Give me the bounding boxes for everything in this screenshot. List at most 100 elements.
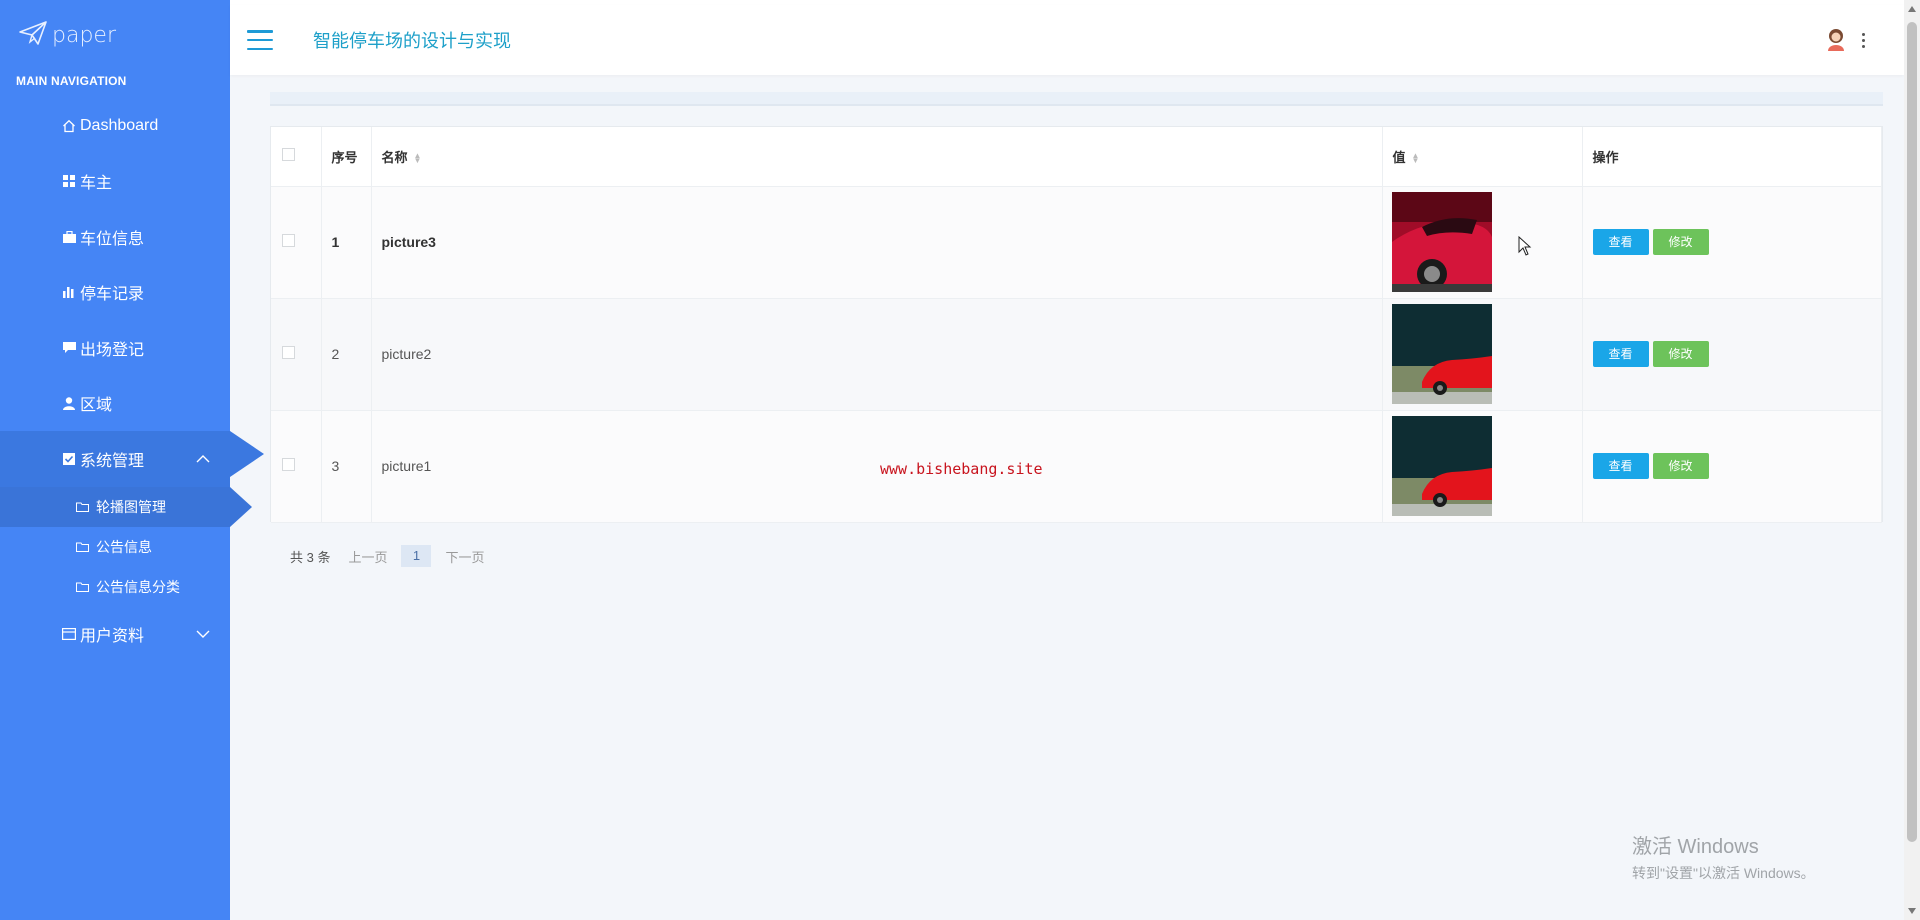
more-options-icon[interactable] <box>1862 33 1866 48</box>
sidebar-subitem-carousel[interactable]: 轮播图管理 <box>0 486 252 527</box>
folder-icon <box>76 580 90 594</box>
logo[interactable]: paper <box>0 0 230 70</box>
scroll-down-icon[interactable] <box>1908 908 1916 914</box>
select-all-cell <box>271 127 322 187</box>
sidebar-item-label: 区域 <box>80 397 113 415</box>
sidebar-item-exit-registration[interactable]: 出场登记 <box>0 320 230 376</box>
row-checkbox-cell <box>271 410 322 523</box>
logo-text: paper <box>52 22 116 48</box>
row-actions: 查看 修改 <box>1582 410 1882 523</box>
table-header-row: 序号 名称 ▲ ▼ 值 ▲ ▼ 操作 <box>271 127 1882 187</box>
page-number-current[interactable]: 1 <box>401 545 432 567</box>
comment-icon <box>62 341 76 355</box>
car-thumbnail-image[interactable] <box>1391 416 1492 516</box>
car-thumbnail-image[interactable] <box>1391 192 1492 292</box>
folder-icon <box>76 500 90 514</box>
briefcase-icon <box>62 230 76 244</box>
windows-activation-hint: 转到"设置"以激活 Windows。 <box>1632 865 1815 881</box>
chevron-up-icon <box>196 450 210 468</box>
view-button[interactable]: 查看 <box>1592 229 1649 255</box>
col-header-value[interactable]: 值 ▲ ▼ <box>1382 127 1583 187</box>
edit-button[interactable]: 修改 <box>1652 341 1709 367</box>
row-checkbox[interactable] <box>282 346 295 359</box>
sidebar-item-car-owner[interactable]: 车主 <box>0 154 230 210</box>
col-header-index: 序号 <box>321 127 372 187</box>
watermark-url: www.bishebang.site <box>880 460 1043 478</box>
sidebar-subitem-label: 公告信息分类 <box>96 578 180 595</box>
col-header-name[interactable]: 名称 ▲ ▼ <box>371 127 1383 187</box>
bar-chart-icon <box>62 285 76 299</box>
row-checkbox[interactable] <box>282 234 295 247</box>
sidebar-subitem-announcements[interactable]: 公告信息 <box>0 527 230 567</box>
view-button[interactable]: 查看 <box>1592 341 1649 367</box>
row-name: picture3 <box>371 186 1383 299</box>
table-row[interactable]: 3 picture1 查看 修改 <box>271 410 1882 523</box>
car-thumbnail-image[interactable] <box>1391 304 1492 404</box>
row-index: 1 <box>321 186 372 299</box>
row-actions: 查看 修改 <box>1582 298 1882 411</box>
prev-page-link[interactable]: 上一页 <box>348 547 387 566</box>
sidebar-item-dashboard[interactable]: Dashboard <box>0 98 230 154</box>
sidebar-item-label: 用户资料 <box>80 628 145 646</box>
row-image-cell <box>1382 186 1583 299</box>
next-page-link[interactable]: 下一页 <box>445 547 484 566</box>
avatar[interactable] <box>1824 27 1848 51</box>
row-name: picture2 <box>371 298 1383 411</box>
sidebar-subitem-label: 轮播图管理 <box>96 498 166 515</box>
windows-activation-title: 激活 Windows <box>1632 836 1759 858</box>
vertical-scrollbar[interactable] <box>1904 0 1920 920</box>
sort-icon[interactable]: ▲ ▼ <box>414 152 422 165</box>
row-name: picture1 <box>371 410 1383 523</box>
select-all-checkbox[interactable] <box>282 148 295 162</box>
row-checkbox[interactable] <box>282 458 295 471</box>
pagination: 共 3 条 上一页 1 下一页 <box>290 545 485 567</box>
app-title: 智能停车场的设计与实现 <box>313 31 511 51</box>
top-header: 智能停车场的设计与实现 <box>230 5 1904 75</box>
table-row[interactable]: 1 picture3 查看 修改 <box>271 186 1882 299</box>
table-row[interactable]: 2 picture2 查看 修改 <box>271 298 1882 411</box>
sidebar-item-label: 系统管理 <box>80 452 145 470</box>
col-header-actions: 操作 <box>1582 127 1882 187</box>
sidebar-item-label: 车位信息 <box>80 230 145 248</box>
sidebar-item-label: Dashboard <box>80 116 159 134</box>
edit-button[interactable]: 修改 <box>1652 453 1709 479</box>
sidebar-item-label: 出场登记 <box>80 341 145 359</box>
edit-button[interactable]: 修改 <box>1652 229 1709 255</box>
row-actions: 查看 修改 <box>1582 186 1882 299</box>
folder-icon <box>76 540 90 554</box>
mouse-cursor-icon <box>1518 235 1532 261</box>
sidebar-item-parking-records[interactable]: 停车记录 <box>0 265 230 321</box>
row-checkbox-cell <box>271 298 322 411</box>
filter-bar <box>270 92 1883 106</box>
sidebar-subitem-label: 公告信息 <box>96 538 152 555</box>
row-index: 3 <box>321 410 372 523</box>
menu-toggle-icon[interactable] <box>247 30 273 50</box>
nav-header: MAIN NAVIGATION <box>16 74 127 88</box>
sidebar-item-parking-space[interactable]: 车位信息 <box>0 209 230 265</box>
data-table: 序号 名称 ▲ ▼ 值 ▲ ▼ 操作 1 picture3 查看 修改 2 pi… <box>270 126 1883 523</box>
total-count: 共 3 条 <box>290 549 331 565</box>
grid-icon <box>62 174 76 188</box>
row-index: 2 <box>321 298 372 411</box>
col-header-value-label: 值 <box>1392 149 1406 165</box>
sort-icon[interactable]: ▲ ▼ <box>1412 152 1420 165</box>
sidebar: paper MAIN NAVIGATION Dashboard 车主 车位信息 … <box>0 0 264 920</box>
chevron-down-icon <box>196 625 210 643</box>
scroll-thumb[interactable] <box>1907 22 1917 842</box>
sidebar-subitem-announcement-categories[interactable]: 公告信息分类 <box>0 567 230 607</box>
sidebar-item-user-profile[interactable]: 用户资料 <box>0 607 230 663</box>
sidebar-item-region[interactable]: 区域 <box>0 376 230 432</box>
row-checkbox-cell <box>271 186 322 299</box>
windows-activation-notice: 激活 Windows 转到"设置"以激活 Windows。 <box>1632 830 1815 883</box>
checkbox-icon <box>62 452 76 466</box>
sidebar-item-label: 停车记录 <box>80 286 145 304</box>
home-icon <box>62 119 76 133</box>
col-header-name-label: 名称 <box>381 149 408 165</box>
id-card-icon <box>62 627 76 641</box>
scroll-up-icon[interactable] <box>1908 6 1916 12</box>
sidebar-item-label: 车主 <box>80 175 113 193</box>
sidebar-item-system-management[interactable]: 系统管理 <box>0 431 264 487</box>
row-image-cell <box>1382 298 1583 411</box>
view-button[interactable]: 查看 <box>1592 453 1649 479</box>
paper-plane-icon <box>18 20 48 51</box>
